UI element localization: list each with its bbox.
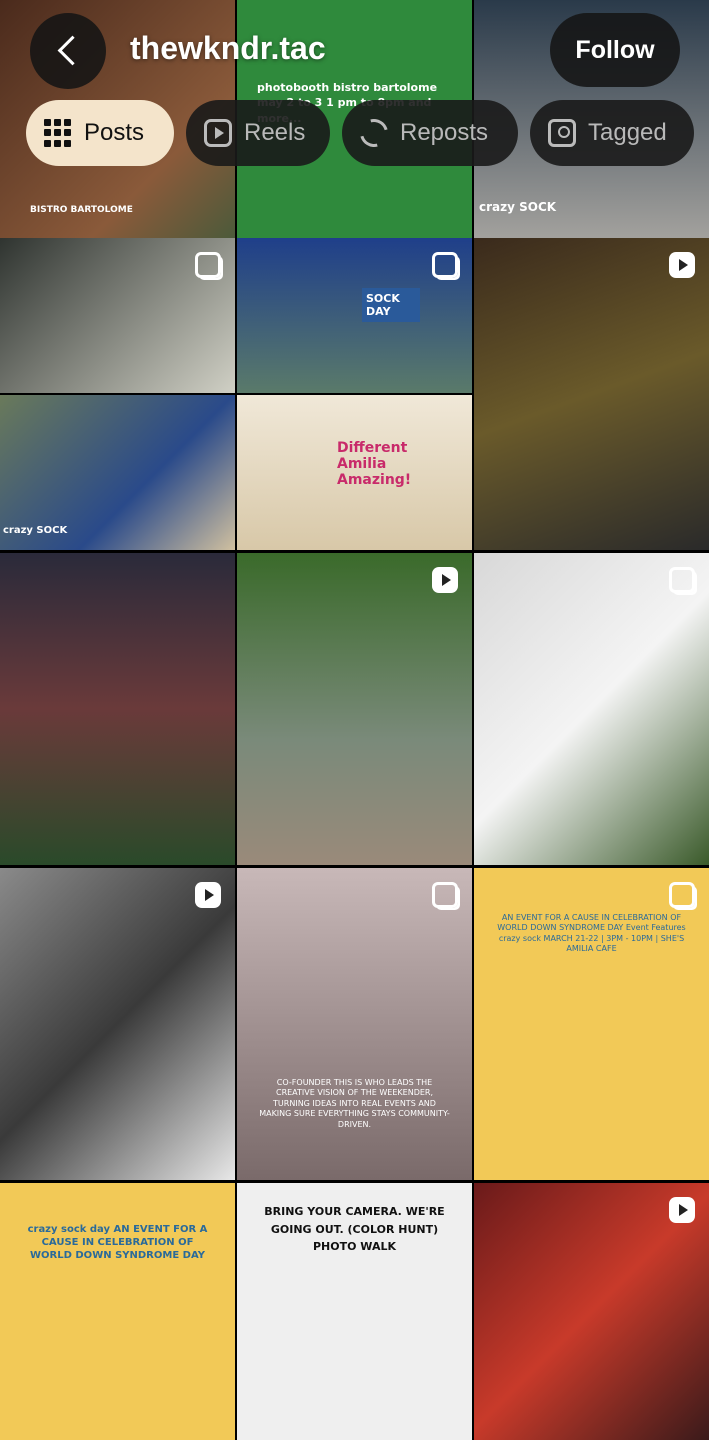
carousel-icon bbox=[669, 567, 695, 593]
tab-posts[interactable]: Posts bbox=[26, 100, 174, 166]
post-caption: crazy SOCK bbox=[479, 200, 557, 214]
carousel-icon bbox=[669, 882, 695, 908]
post-tile[interactable] bbox=[0, 553, 235, 865]
reels-icon bbox=[204, 119, 232, 147]
post-tile[interactable] bbox=[237, 553, 472, 865]
post-caption: AN EVENT FOR A CAUSE IN CELEBRATION OF W… bbox=[497, 913, 686, 954]
back-button[interactable] bbox=[30, 13, 106, 89]
post-tile[interactable]: AN EVENT FOR A CAUSE IN CELEBRATION OF W… bbox=[474, 868, 709, 1180]
tab-tagged[interactable]: Tagged bbox=[530, 100, 694, 166]
tab-reposts[interactable]: Reposts bbox=[342, 100, 518, 166]
post-tile[interactable] bbox=[474, 553, 709, 865]
post-tile[interactable] bbox=[474, 1183, 709, 1440]
tab-label: Posts bbox=[84, 119, 145, 146]
tagged-icon bbox=[548, 119, 576, 147]
post-caption: crazy sock day AN EVENT FOR A CAUSE IN C… bbox=[27, 1224, 208, 1261]
grid-icon bbox=[44, 119, 72, 147]
carousel-icon bbox=[432, 252, 458, 278]
post-tile[interactable] bbox=[0, 868, 235, 1180]
post-tile[interactable]: SOCK DAY bbox=[237, 238, 472, 393]
tab-label: Reels bbox=[244, 119, 306, 146]
profile-tabs: Posts Reels Reposts Tagged bbox=[26, 100, 694, 166]
follow-button[interactable]: Follow bbox=[550, 13, 680, 87]
carousel-icon bbox=[432, 882, 458, 908]
tab-reels[interactable]: Reels bbox=[186, 100, 330, 166]
tab-label: Reposts bbox=[400, 119, 489, 146]
post-caption: BRING YOUR CAMERA. WE'RE GOING OUT. (COL… bbox=[264, 1205, 445, 1254]
reel-icon bbox=[669, 252, 695, 278]
post-tile[interactable] bbox=[474, 238, 709, 550]
post-caption: CO-FOUNDER THIS IS WHO LEADS THE CREATIV… bbox=[259, 1078, 450, 1129]
post-caption: SOCK DAY bbox=[362, 288, 420, 322]
post-tile[interactable]: CO-FOUNDER THIS IS WHO LEADS THE CREATIV… bbox=[237, 868, 472, 1180]
reel-icon bbox=[669, 1197, 695, 1223]
post-tile[interactable]: crazy SOCK bbox=[0, 395, 235, 550]
carousel-icon bbox=[195, 252, 221, 278]
post-tile[interactable]: Different Amilia Amazing! bbox=[237, 395, 472, 550]
profile-handle: thewkndr.tac bbox=[130, 30, 326, 66]
post-caption: crazy SOCK bbox=[3, 525, 68, 536]
post-tile[interactable] bbox=[0, 238, 235, 393]
post-tile[interactable]: crazy sock day AN EVENT FOR A CAUSE IN C… bbox=[0, 1183, 235, 1440]
repost-icon bbox=[354, 113, 394, 153]
reel-icon bbox=[195, 882, 221, 908]
post-tile[interactable]: BRING YOUR CAMERA. WE'RE GOING OUT. (COL… bbox=[237, 1183, 472, 1440]
post-caption: BISTRO BARTOLOME bbox=[30, 205, 133, 215]
tab-label: Tagged bbox=[588, 119, 667, 146]
reel-icon bbox=[432, 567, 458, 593]
post-caption: Different Amilia Amazing! bbox=[337, 440, 412, 488]
